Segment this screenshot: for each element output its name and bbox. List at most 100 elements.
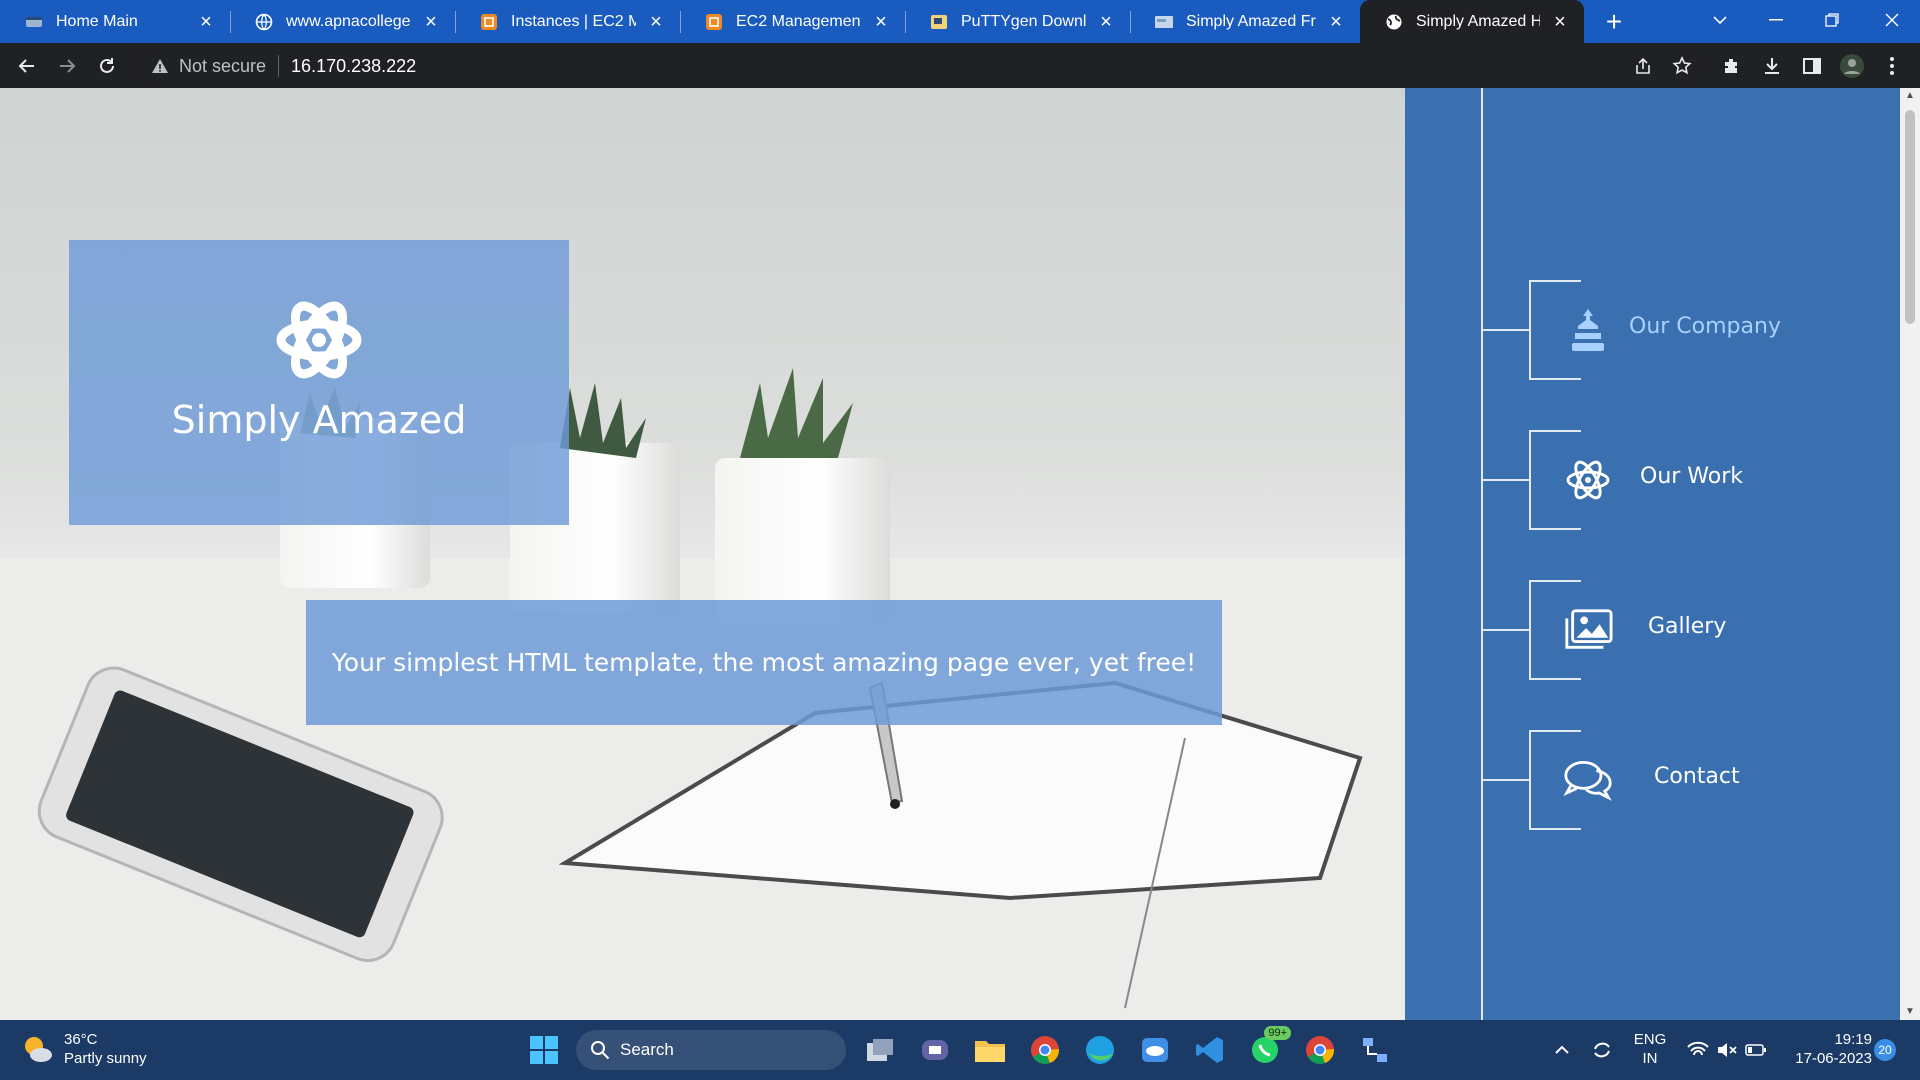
battery-icon[interactable]	[1736, 1030, 1776, 1070]
menu-dots-icon[interactable]	[1876, 50, 1908, 82]
nav-item-our-work[interactable]: Our Work	[1481, 430, 1819, 530]
sync-icon[interactable]	[1582, 1030, 1622, 1070]
chevron-up-icon[interactable]	[1542, 1030, 1582, 1070]
partly-sunny-icon	[25, 1037, 52, 1062]
atom-icon	[1563, 455, 1613, 505]
atom-logo-icon	[276, 301, 362, 379]
close-icon[interactable]: ×	[421, 12, 441, 32]
windows-taskbar: 36°C Partly sunny Search 99+ ENG IN 19:1…	[0, 1020, 1920, 1080]
language-indicator[interactable]: ENG IN	[1628, 1030, 1672, 1068]
tab-search-chevron-icon[interactable]	[1692, 0, 1748, 40]
new-tab-button[interactable]: +	[1598, 6, 1630, 38]
security-label[interactable]: Not secure	[179, 56, 266, 77]
windows-start-icon[interactable]	[524, 1030, 564, 1070]
url-text[interactable]: 16.170.238.222	[291, 56, 416, 77]
sidebar-nav: Our Company Our Work Gallery Contact	[1405, 88, 1900, 1020]
network-tool-icon[interactable]	[1355, 1030, 1395, 1070]
address-bar[interactable]: Not secure 16.170.238.222	[139, 48, 1699, 84]
tab-strip: Home Main × www.apnacollege.in × Instanc…	[0, 0, 1920, 43]
tab-title: PuTTYgen Download	[961, 12, 1086, 30]
search-label: Search	[620, 1040, 674, 1059]
hero-section: Simply Amazed Your simplest HTML templat…	[0, 88, 1405, 1020]
tab-title: www.apnacollege.in	[286, 12, 411, 30]
nav-label: Our Company	[1629, 314, 1781, 339]
tab-puttygen[interactable]: PuTTYgen Download ×	[905, 0, 1130, 43]
close-icon[interactable]: ×	[196, 12, 216, 32]
weather-widget[interactable]: 36°C Partly sunny	[20, 1030, 147, 1068]
brand-title: Simply Amazed	[171, 398, 467, 442]
forward-button[interactable]	[51, 50, 83, 82]
vscode-icon[interactable]	[1190, 1030, 1230, 1070]
tab-simply-amazed-html[interactable]: Simply Amazed HTML ×	[1360, 0, 1584, 43]
aws-icon	[704, 12, 724, 32]
hero-background-photo	[0, 368, 1405, 1020]
extensions-icon[interactable]	[1716, 50, 1748, 82]
unread-badge: 99+	[1264, 1026, 1291, 1040]
minimize-button[interactable]	[1748, 0, 1804, 40]
page-scrollbar[interactable]: ▲ ▼	[1900, 88, 1920, 1020]
close-icon[interactable]: ×	[1096, 12, 1116, 32]
tab-apnacollege[interactable]: www.apnacollege.in ×	[230, 0, 455, 43]
tab-simply-amazed-free[interactable]: Simply Amazed Free \ ×	[1130, 0, 1360, 43]
tagline-text: Your simplest HTML template, the most am…	[331, 648, 1197, 677]
tab-ec2-instances[interactable]: Instances | EC2 Manag ×	[455, 0, 680, 43]
chrome-icon[interactable]	[1025, 1030, 1065, 1070]
brand-box: Simply Amazed	[69, 240, 569, 525]
bookmark-star-icon[interactable]	[1666, 50, 1698, 82]
nav-item-contact[interactable]: Contact	[1481, 730, 1819, 830]
nav-item-our-company[interactable]: Our Company	[1481, 280, 1819, 380]
download-icon[interactable]	[1756, 50, 1788, 82]
clock-time: 19:19	[1834, 1031, 1872, 1048]
close-icon[interactable]: ×	[871, 12, 891, 32]
notification-badge[interactable]: 20	[1874, 1039, 1896, 1061]
clock[interactable]: 19:19 17-06-2023	[1782, 1030, 1872, 1068]
scroll-up-arrow-icon[interactable]: ▲	[1900, 88, 1920, 104]
window-icon	[24, 12, 44, 32]
reload-button[interactable]	[91, 50, 123, 82]
edge-icon[interactable]	[1080, 1030, 1120, 1070]
restore-button[interactable]	[1804, 0, 1860, 40]
language-top: ENG	[1633, 1031, 1667, 1048]
task-view-icon[interactable]	[860, 1030, 900, 1070]
tab-ec2-management[interactable]: EC2 Management Cor ×	[680, 0, 905, 43]
profile-avatar[interactable]	[1836, 50, 1868, 82]
taskbar-search[interactable]: Search	[576, 1030, 846, 1070]
teams-chat-icon[interactable]	[915, 1030, 955, 1070]
close-window-button[interactable]	[1864, 0, 1920, 40]
back-button[interactable]	[11, 50, 43, 82]
weather-temp: 36°C	[64, 1031, 98, 1048]
nav-label: Our Work	[1640, 464, 1744, 489]
putty-icon	[929, 12, 949, 32]
chrome-profile-icon[interactable]	[1300, 1030, 1340, 1070]
nav-item-gallery[interactable]: Gallery	[1481, 580, 1819, 680]
share-icon[interactable]	[1627, 50, 1659, 82]
nav-label: Contact	[1654, 764, 1740, 789]
page-icon	[1154, 12, 1174, 32]
aws-icon	[479, 12, 499, 32]
side-panel-icon[interactable]	[1796, 50, 1828, 82]
images-icon	[1563, 605, 1613, 655]
globe-icon	[1384, 12, 1404, 32]
tagline-banner: Your simplest HTML template, the most am…	[306, 600, 1222, 725]
weather-desc: Partly sunny	[64, 1050, 147, 1067]
nav-branch-line	[1481, 629, 1529, 631]
language-bottom: IN	[1642, 1050, 1658, 1067]
chat-bubbles-icon	[1563, 755, 1613, 805]
tab-home-main[interactable]: Home Main ×	[0, 0, 230, 43]
tab-title: Home Main	[56, 12, 138, 30]
close-icon[interactable]: ×	[1326, 12, 1346, 32]
address-divider	[278, 55, 280, 77]
cloud-app-icon[interactable]	[1135, 1030, 1175, 1070]
scrollbar-thumb[interactable]	[1905, 110, 1915, 324]
nav-label: Gallery	[1648, 614, 1727, 639]
file-explorer-icon[interactable]	[970, 1030, 1010, 1070]
tab-title: Simply Amazed HTML	[1416, 12, 1540, 30]
whatsapp-icon[interactable]: 99+	[1245, 1026, 1291, 1070]
close-icon[interactable]: ×	[1550, 12, 1570, 32]
nav-branch-line	[1481, 779, 1529, 781]
page-viewport: Simply Amazed Your simplest HTML templat…	[0, 88, 1920, 1020]
close-icon[interactable]: ×	[646, 12, 666, 32]
warning-icon	[152, 59, 168, 73]
nav-branch-line	[1481, 479, 1529, 481]
scroll-down-arrow-icon[interactable]: ▼	[1900, 1004, 1920, 1020]
